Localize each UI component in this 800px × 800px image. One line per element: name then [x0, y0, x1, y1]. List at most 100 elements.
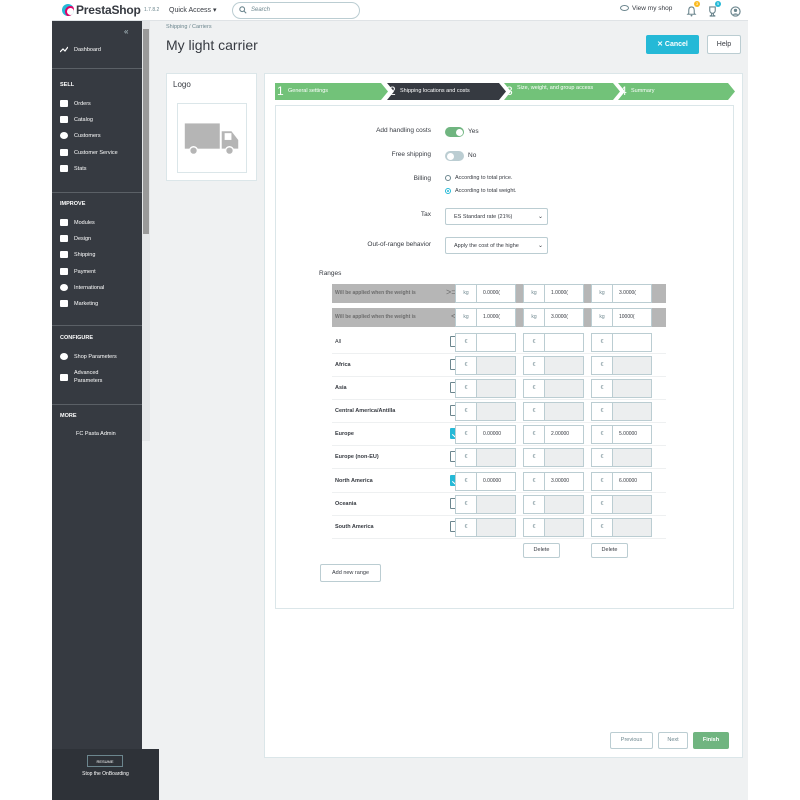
- sidebar-item-label: Advanced Parameters: [74, 369, 102, 385]
- ranges-title: Ranges: [319, 270, 342, 277]
- finish-button[interactable]: Finish: [693, 732, 729, 749]
- sidebar-item-module[interactable]: FC Pasta Admin: [76, 431, 116, 437]
- step-summary[interactable]: 4 Summary: [618, 83, 735, 100]
- range-to-input[interactable]: kg 1.0000(: [455, 308, 516, 327]
- sidebar-item-design[interactable]: Design: [60, 235, 91, 242]
- sidebar-item-dashboard[interactable]: Dashboard: [60, 46, 101, 53]
- stop-onboarding-link[interactable]: Stop the OnBoarding: [52, 771, 159, 777]
- handling-costs-switch[interactable]: [445, 127, 464, 137]
- help-button[interactable]: Help: [707, 35, 741, 54]
- add-new-range-button[interactable]: Add new range: [320, 564, 381, 582]
- view-shop-link[interactable]: View my shop: [620, 5, 672, 12]
- price-input[interactable]: €: [455, 356, 516, 375]
- range-from-input[interactable]: kg 0.0000(: [455, 284, 516, 303]
- price-input[interactable]: €: [455, 448, 516, 467]
- top-header: PrestaShop 1.7.8.2 Quick Access ▾ Search…: [52, 0, 748, 21]
- next-button[interactable]: Next: [658, 732, 688, 749]
- sidebar-item-customers[interactable]: Customers: [60, 132, 101, 139]
- billing-total-price-radio[interactable]: According to total price.: [445, 175, 512, 181]
- sidebar-item-advanced-parameters[interactable]: Advanced Parameters: [60, 369, 102, 385]
- price-input[interactable]: €: [591, 495, 652, 514]
- sidebar-item-orders[interactable]: Orders: [60, 100, 91, 107]
- out-of-range-select[interactable]: Apply the cost of the highe ⌄: [445, 237, 548, 254]
- price-input[interactable]: €0.00000: [455, 472, 516, 491]
- sidebar-item-label: FC Pasta Admin: [76, 431, 116, 437]
- sidebar-item-marketing[interactable]: Marketing: [60, 300, 98, 307]
- range-to-input[interactable]: kg 10000(: [591, 308, 652, 327]
- price-input[interactable]: €: [591, 518, 652, 537]
- price-input[interactable]: €: [591, 379, 652, 398]
- cancel-button[interactable]: ✕ Cancel: [646, 35, 699, 54]
- price-input[interactable]: €: [455, 518, 516, 537]
- chevron-down-icon: ⌄: [537, 243, 543, 249]
- search-input[interactable]: Search: [232, 2, 360, 19]
- sidebar-item-label: Shipping: [74, 251, 96, 258]
- globe-icon: [60, 284, 68, 291]
- price-input[interactable]: €5.00000: [591, 425, 652, 444]
- sidebar-item-shop-parameters[interactable]: Shop Parameters: [60, 353, 117, 360]
- sidebar-item-shipping[interactable]: Shipping: [60, 251, 95, 258]
- sidebar-item-label: Stats: [74, 165, 87, 172]
- carrier-logo[interactable]: [177, 103, 247, 173]
- trophy-icon[interactable]: 5: [707, 1, 721, 17]
- resume-button[interactable]: RESUME: [87, 755, 123, 767]
- range-from-input[interactable]: kg 1.0000(: [523, 284, 584, 303]
- price-input[interactable]: €: [591, 356, 652, 375]
- delete-range-button[interactable]: Delete: [591, 543, 628, 558]
- breadcrumb-shipping[interactable]: Shipping: [166, 24, 187, 30]
- quick-access-dropdown[interactable]: Quick Access ▾: [169, 6, 216, 14]
- price-input[interactable]: €6.00000: [591, 472, 652, 491]
- range-from-input[interactable]: kg 3.0000(: [591, 284, 652, 303]
- price-input[interactable]: €: [523, 333, 584, 352]
- sidebar-scrollbar[interactable]: [142, 21, 150, 441]
- previous-button[interactable]: Previous: [610, 732, 653, 749]
- price-input[interactable]: €3.00000: [523, 472, 584, 491]
- price-input[interactable]: €: [523, 356, 584, 375]
- sidebar-item-stats[interactable]: Stats: [60, 165, 87, 172]
- price-input[interactable]: €: [591, 448, 652, 467]
- zone-name: Central America/Antilla: [335, 408, 396, 414]
- tax-select[interactable]: ES Standard rate (21%) ⌄: [445, 208, 548, 225]
- handling-costs-value: Yes: [468, 128, 479, 135]
- currency-addon: €: [524, 426, 545, 443]
- currency-addon: €: [456, 496, 477, 513]
- free-shipping-switch[interactable]: [445, 151, 464, 161]
- price-input[interactable]: €: [523, 495, 584, 514]
- sidebar-item-catalog[interactable]: Catalog: [60, 116, 93, 123]
- scrollbar-thumb[interactable]: [143, 29, 149, 234]
- price-input[interactable]: €: [455, 402, 516, 421]
- price-input[interactable]: €: [523, 448, 584, 467]
- price-input[interactable]: €: [523, 402, 584, 421]
- step-size-weight[interactable]: 3 Size, weight, and group access: [504, 83, 620, 100]
- price-input[interactable]: €: [591, 333, 652, 352]
- price-input[interactable]: €: [455, 333, 516, 352]
- step-general-settings[interactable]: 1 General settings: [275, 83, 388, 100]
- sidebar-item-payment[interactable]: Payment: [60, 268, 96, 275]
- logo-card-title: Logo: [173, 80, 191, 89]
- step-shipping-locations[interactable]: 2 Shipping locations and costs: [387, 83, 506, 100]
- section-configure: CONFIGURE: [60, 335, 93, 341]
- price-input[interactable]: €: [523, 518, 584, 537]
- caret-down-icon: ▾: [212, 7, 217, 14]
- billing-total-weight-radio[interactable]: According to total weight.: [445, 188, 516, 194]
- price-input[interactable]: €0.00000: [455, 425, 516, 444]
- prestashop-logo-icon[interactable]: [62, 4, 74, 16]
- price-input[interactable]: €: [455, 495, 516, 514]
- bell-icon[interactable]: 3: [686, 1, 700, 17]
- range-to-input[interactable]: kg 3.0000(: [523, 308, 584, 327]
- logo-text[interactable]: PrestaShop: [76, 3, 141, 17]
- price-input[interactable]: €: [455, 379, 516, 398]
- sidebar-item-customer-service[interactable]: Customer Service: [60, 149, 118, 156]
- price-input[interactable]: €2.00000: [523, 425, 584, 444]
- trend-icon: [60, 46, 68, 53]
- sidebar-item-international[interactable]: International: [60, 284, 104, 291]
- desktop-icon: [60, 235, 68, 242]
- sidebar-item-modules[interactable]: Modules: [60, 219, 95, 226]
- price-input[interactable]: €: [591, 402, 652, 421]
- price-input[interactable]: €: [523, 379, 584, 398]
- breadcrumb-carriers[interactable]: Carriers: [192, 24, 212, 30]
- delete-range-button[interactable]: Delete: [523, 543, 560, 558]
- price-value: 0.00000: [483, 431, 502, 437]
- collapse-sidebar-icon[interactable]: «: [124, 27, 128, 36]
- account-icon[interactable]: [730, 4, 741, 17]
